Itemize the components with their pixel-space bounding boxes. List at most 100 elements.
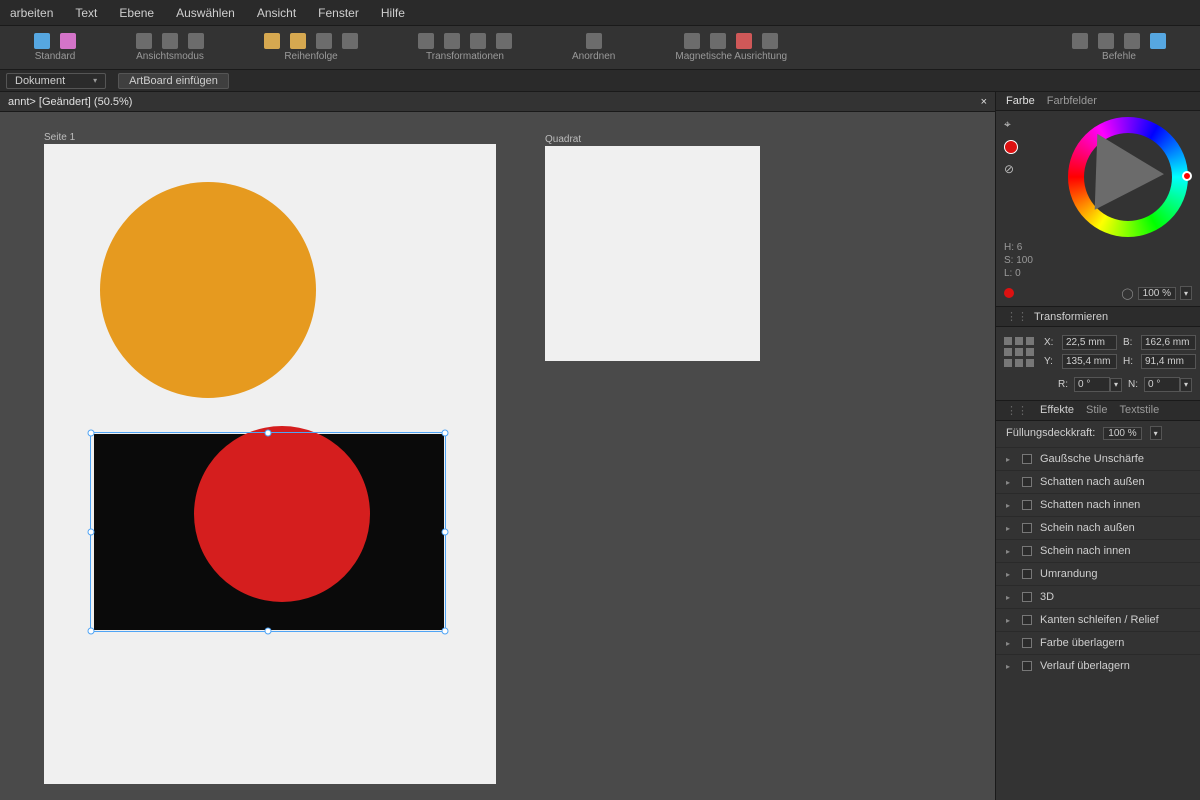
artboard-quadrat[interactable]	[545, 146, 760, 361]
selection-handle[interactable]	[265, 430, 272, 437]
standard-icon	[34, 33, 50, 49]
chevron-down-icon[interactable]: ▾	[1150, 426, 1162, 440]
command-icon	[1150, 33, 1166, 49]
w-input[interactable]	[1141, 335, 1196, 350]
disclosure-icon: ▸	[1006, 639, 1014, 648]
effects-panel-tabs: ⋮⋮ Effekte Stile Textstile	[996, 400, 1200, 421]
effect-checkbox[interactable]	[1022, 454, 1032, 464]
toolbar-group-snap[interactable]: Magnetische Ausrichtung	[645, 33, 817, 62]
snap-icon	[762, 33, 778, 49]
toolbar-group-standard[interactable]: Standard	[4, 33, 106, 62]
selection-handle[interactable]	[442, 430, 449, 437]
menu-help[interactable]: Hilfe	[381, 6, 405, 20]
effect-checkbox[interactable]	[1022, 592, 1032, 602]
effect-outline[interactable]: ▸ Umrandung	[996, 562, 1200, 585]
menu-layer[interactable]: Ebene	[119, 6, 154, 20]
right-panels: Farbe Farbfelder ⌖ ⊘ H: 6 S: 100 L: 0	[995, 92, 1200, 800]
viewmode-icon	[188, 33, 204, 49]
effect-checkbox[interactable]	[1022, 477, 1032, 487]
toolbar-group-commands[interactable]: Befehle	[1042, 33, 1196, 62]
selection-handle[interactable]	[442, 529, 449, 536]
effect-gaussian-blur[interactable]: ▸ Gaußsche Unschärfe	[996, 447, 1200, 470]
effect-inner-shadow[interactable]: ▸ Schatten nach innen	[996, 493, 1200, 516]
shape-orange-circle[interactable]	[100, 182, 316, 398]
color-triangle[interactable]	[1095, 134, 1166, 212]
tab-styles[interactable]: Stile	[1086, 404, 1107, 417]
anchor-grid[interactable]	[1004, 337, 1034, 367]
chevron-down-icon[interactable]: ▾	[1110, 378, 1122, 392]
menu-select[interactable]: Auswählen	[176, 6, 235, 20]
no-color-icon[interactable]: ⊘	[1004, 162, 1018, 176]
opacity-ring-icon: ◯	[1121, 287, 1133, 300]
toolbar-group-viewmode[interactable]: Ansichtsmodus	[106, 33, 234, 62]
y-input[interactable]	[1062, 354, 1117, 369]
tab-effects[interactable]: Effekte	[1040, 404, 1074, 417]
color-wheel[interactable]	[1068, 117, 1188, 237]
menu-edit[interactable]: arbeiten	[10, 6, 53, 20]
menu-bar: arbeiten Text Ebene Auswählen Ansicht Fe…	[0, 0, 1200, 26]
effect-inner-glow[interactable]: ▸ Schein nach innen	[996, 539, 1200, 562]
menu-view[interactable]: Ansicht	[257, 6, 296, 20]
order-icon	[316, 33, 332, 49]
effect-gradient-overlay[interactable]: ▸ Verlauf überlagern	[996, 654, 1200, 677]
effect-checkbox[interactable]	[1022, 546, 1032, 556]
chevron-down-icon[interactable]: ▾	[1180, 286, 1192, 300]
selection-handle[interactable]	[88, 430, 95, 437]
effect-outer-shadow[interactable]: ▸ Schatten nach außen	[996, 470, 1200, 493]
disclosure-icon: ▸	[1006, 478, 1014, 487]
selection-handle[interactable]	[88, 529, 95, 536]
dropdown-label: Dokument	[15, 75, 65, 87]
disclosure-icon: ▸	[1006, 593, 1014, 602]
document-tab[interactable]: annt> [Geändert] (50.5%) ×	[0, 92, 995, 112]
effect-outer-glow[interactable]: ▸ Schein nach außen	[996, 516, 1200, 539]
selection-handle[interactable]	[265, 628, 272, 635]
n-input[interactable]	[1144, 377, 1180, 392]
document-dropdown[interactable]: Dokument ▾	[6, 73, 106, 89]
disclosure-icon: ▸	[1006, 547, 1014, 556]
r-input[interactable]	[1074, 377, 1110, 392]
toolbar-group-arrange[interactable]: Anordnen	[542, 33, 645, 62]
artboard-label-page1[interactable]: Seite 1	[44, 132, 75, 143]
tab-textstyles[interactable]: Textstile	[1119, 404, 1159, 417]
menu-window[interactable]: Fenster	[318, 6, 359, 20]
chevron-down-icon[interactable]: ▾	[1180, 378, 1192, 392]
fill-opacity-value[interactable]: 100 %	[1103, 427, 1141, 440]
close-icon[interactable]: ×	[981, 96, 987, 108]
tab-swatches[interactable]: Farbfelder	[1047, 95, 1097, 107]
x-input[interactable]	[1062, 335, 1117, 350]
workarea: annt> [Geändert] (50.5%) × Seite 1	[0, 92, 995, 800]
effect-checkbox[interactable]	[1022, 523, 1032, 533]
effect-checkbox[interactable]	[1022, 661, 1032, 671]
effect-checkbox[interactable]	[1022, 638, 1032, 648]
artboard-page1[interactable]	[44, 144, 496, 784]
effect-label: Farbe überlagern	[1040, 637, 1124, 649]
hue-indicator[interactable]	[1182, 171, 1192, 181]
hsl-readout: H: 6 S: 100 L: 0	[1004, 241, 1192, 280]
snap-icon	[684, 33, 700, 49]
opacity-value[interactable]: 100 %	[1138, 287, 1176, 300]
selection-handle[interactable]	[442, 628, 449, 635]
eyedropper-icon[interactable]: ⌖	[1004, 117, 1018, 132]
effect-checkbox[interactable]	[1022, 500, 1032, 510]
selection-handle[interactable]	[88, 628, 95, 635]
effect-label: Gaußsche Unschärfe	[1040, 453, 1144, 465]
artboard-label-quadrat[interactable]: Quadrat	[545, 134, 581, 145]
insert-artboard-button[interactable]: ArtBoard einfügen	[118, 73, 229, 89]
transform-panel-header[interactable]: ⋮⋮ Transformieren	[996, 306, 1200, 327]
menu-text[interactable]: Text	[75, 6, 97, 20]
current-color-swatch[interactable]	[1004, 140, 1018, 154]
h-input[interactable]	[1141, 354, 1196, 369]
snap-icon	[736, 33, 752, 49]
h-label: H:	[1123, 356, 1135, 367]
effect-checkbox[interactable]	[1022, 615, 1032, 625]
effect-color-overlay[interactable]: ▸ Farbe überlagern	[996, 631, 1200, 654]
canvas[interactable]: Seite 1 Q	[0, 112, 995, 800]
document-title: annt> [Geändert] (50.5%)	[8, 96, 132, 108]
toolbar-group-order[interactable]: Reihenfolge	[234, 33, 388, 62]
toolbar-group-transform[interactable]: Transformationen	[388, 33, 542, 62]
effect-3d[interactable]: ▸ 3D	[996, 585, 1200, 608]
effect-bevel[interactable]: ▸ Kanten schleifen / Relief	[996, 608, 1200, 631]
tab-color[interactable]: Farbe	[1006, 95, 1035, 107]
effect-checkbox[interactable]	[1022, 569, 1032, 579]
viewmode-icon	[136, 33, 152, 49]
